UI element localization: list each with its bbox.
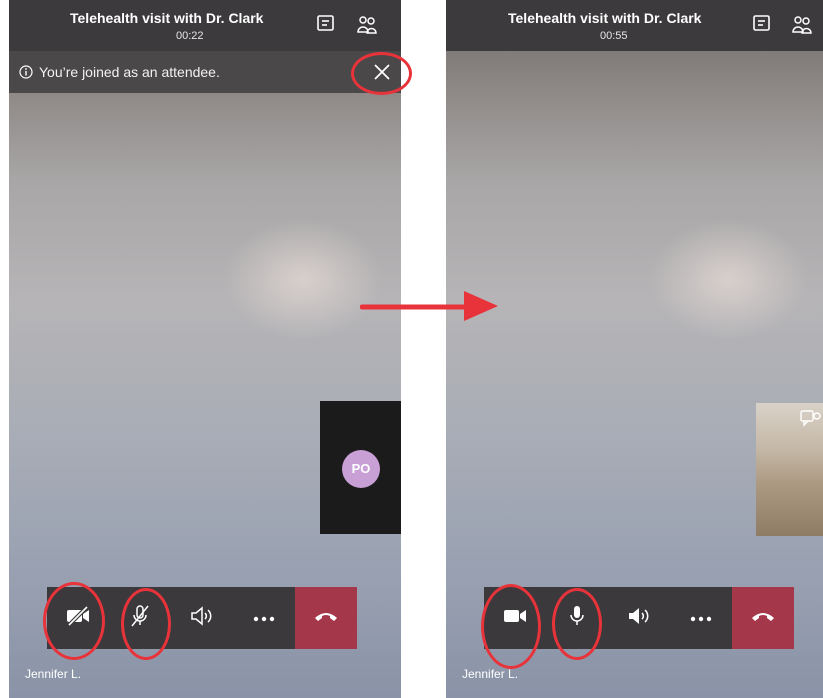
highlight-camera-on (481, 584, 541, 669)
more-options-button[interactable] (233, 587, 295, 649)
transition-arrow (360, 291, 498, 321)
participant-tile[interactable]: PO (320, 401, 401, 534)
avatar: PO (342, 450, 380, 488)
more-icon (690, 609, 712, 627)
self-video-tile[interactable] (756, 403, 823, 536)
chat-icon[interactable] (316, 14, 336, 39)
more-options-button[interactable] (670, 587, 732, 649)
more-icon (253, 609, 275, 627)
meeting-title: Telehealth visit with Dr. Clark (70, 10, 264, 26)
chat-icon[interactable] (752, 14, 772, 39)
speaker-icon (189, 605, 215, 632)
self-name-label: Jennifer L. (462, 667, 519, 681)
meeting-title: Telehealth visit with Dr. Clark (508, 10, 702, 26)
switch-camera-icon[interactable] (799, 409, 821, 432)
top-bar: Telehealth visit with Dr. Clark 00:22 (9, 0, 401, 51)
hang-up-icon (750, 609, 776, 627)
highlight-mic-on (552, 588, 602, 660)
highlight-close-button (351, 52, 412, 95)
speaker-button[interactable] (171, 587, 233, 649)
speaker-button[interactable] (608, 587, 670, 649)
hang-up-icon (313, 609, 339, 627)
top-bar: Telehealth visit with Dr. Clark 00:55 (446, 0, 823, 51)
info-icon (19, 65, 33, 84)
highlight-camera-off (43, 582, 105, 660)
self-name-label: Jennifer L. (25, 667, 82, 681)
end-call-button[interactable] (732, 587, 794, 649)
speaker-icon (626, 605, 652, 632)
banner-message: You’re joined as an attendee. (39, 64, 220, 80)
participants-icon[interactable] (791, 14, 813, 41)
highlight-mic-off (121, 588, 171, 660)
call-timer: 00:55 (600, 30, 628, 42)
call-timer: 00:22 (176, 30, 204, 42)
participants-icon[interactable] (356, 14, 378, 41)
attendee-banner: You’re joined as an attendee. (9, 51, 401, 93)
end-call-button[interactable] (295, 587, 357, 649)
